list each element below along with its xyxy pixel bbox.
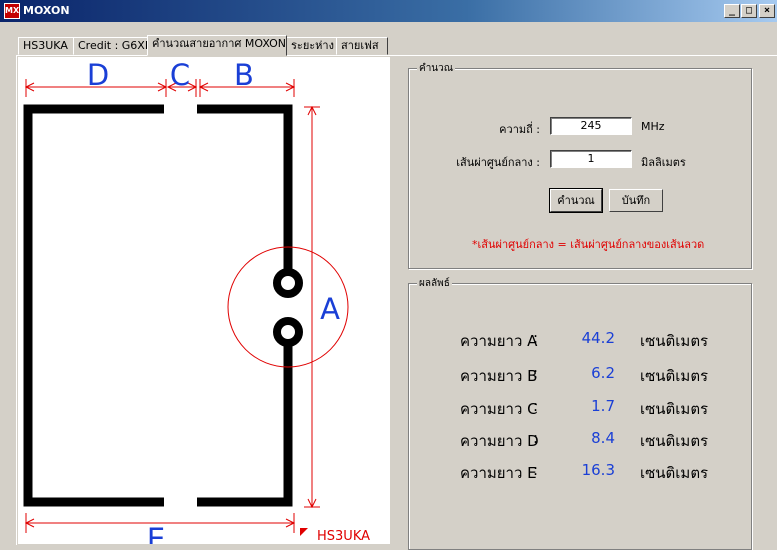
logo-mark-icon	[300, 528, 308, 536]
title-bar: MX MOXON _ □ ×	[0, 0, 777, 22]
label-d: D	[87, 58, 109, 92]
label-b: B	[234, 58, 254, 92]
calculate-button[interactable]: คำนวณ	[549, 188, 603, 213]
tab-phasing-line[interactable]: สายเฟส	[336, 37, 388, 55]
result-unit-d: เซนติเมตร	[640, 432, 709, 450]
result-unit-e: เซนติเมตร	[640, 464, 709, 482]
result-unit-b: เซนติเมตร	[640, 367, 709, 385]
feed-terminal-top	[273, 268, 303, 298]
window-title: MOXON	[23, 4, 70, 17]
label-a: A	[320, 292, 340, 326]
result-label-d: ความยาว D	[460, 432, 539, 450]
result-value-c: 1.7	[591, 397, 615, 415]
minimize-button[interactable]: _	[724, 4, 740, 18]
moxon-drawing: D C B A E HS3UKA	[23, 58, 370, 550]
result-unit-a: เซนติเมตร	[640, 332, 709, 350]
save-button[interactable]: บันทึก	[609, 189, 663, 212]
tab-spacing[interactable]: ระยะห่าง	[286, 37, 337, 55]
feed-terminal-bottom	[273, 317, 303, 347]
result-value-b: 6.2	[591, 364, 615, 382]
result-value-d: 8.4	[591, 429, 615, 447]
moxon-diagram: D C B A E HS3UKA	[18, 57, 390, 550]
tab-hs3uka[interactable]: HS3UKA	[18, 37, 74, 55]
diameter-unit: มิลลิเมตร	[641, 156, 686, 169]
result-label-e: ความยาว E	[460, 464, 537, 482]
diameter-note: *เส้นผ่าศูนย์กลาง = เส้นผ่าศูนย์กลางของเ…	[472, 238, 705, 251]
result-label-c: ความยาว C	[460, 400, 538, 418]
frequency-label: ความถี่ :	[499, 123, 540, 136]
driven-element-upper	[197, 104, 293, 281]
label-c: C	[170, 58, 190, 92]
maximize-button[interactable]: □	[741, 4, 757, 18]
calc-group-label: คำนวณ	[417, 61, 456, 76]
results-group-label: ผลลัพธ์	[417, 276, 452, 291]
watermark-logo: HS3UKA	[317, 529, 370, 544]
result-label-b: ความยาว B	[460, 367, 538, 385]
tab-moxon-calc[interactable]: คำนวณสายอากาศ MOXON	[147, 35, 287, 56]
result-value-e: 16.3	[581, 461, 615, 479]
diameter-input[interactable]: 1	[550, 150, 632, 168]
frequency-unit: MHz	[641, 120, 665, 133]
result-value-a: 44.2	[581, 329, 615, 347]
result-label-a: ความยาว A	[460, 332, 538, 350]
reflector-element	[23, 104, 164, 507]
driven-element-lower	[197, 337, 293, 507]
diameter-label: เส้นผ่าศูนย์กลาง :	[456, 156, 540, 169]
label-e: E	[147, 522, 165, 544]
tab-credit[interactable]: Credit : G6XN	[73, 37, 153, 55]
close-button[interactable]: ×	[759, 4, 775, 18]
result-unit-c: เซนติเมตร	[640, 400, 709, 418]
app-icon: MX	[4, 3, 20, 19]
frequency-input[interactable]: 245	[550, 117, 632, 135]
